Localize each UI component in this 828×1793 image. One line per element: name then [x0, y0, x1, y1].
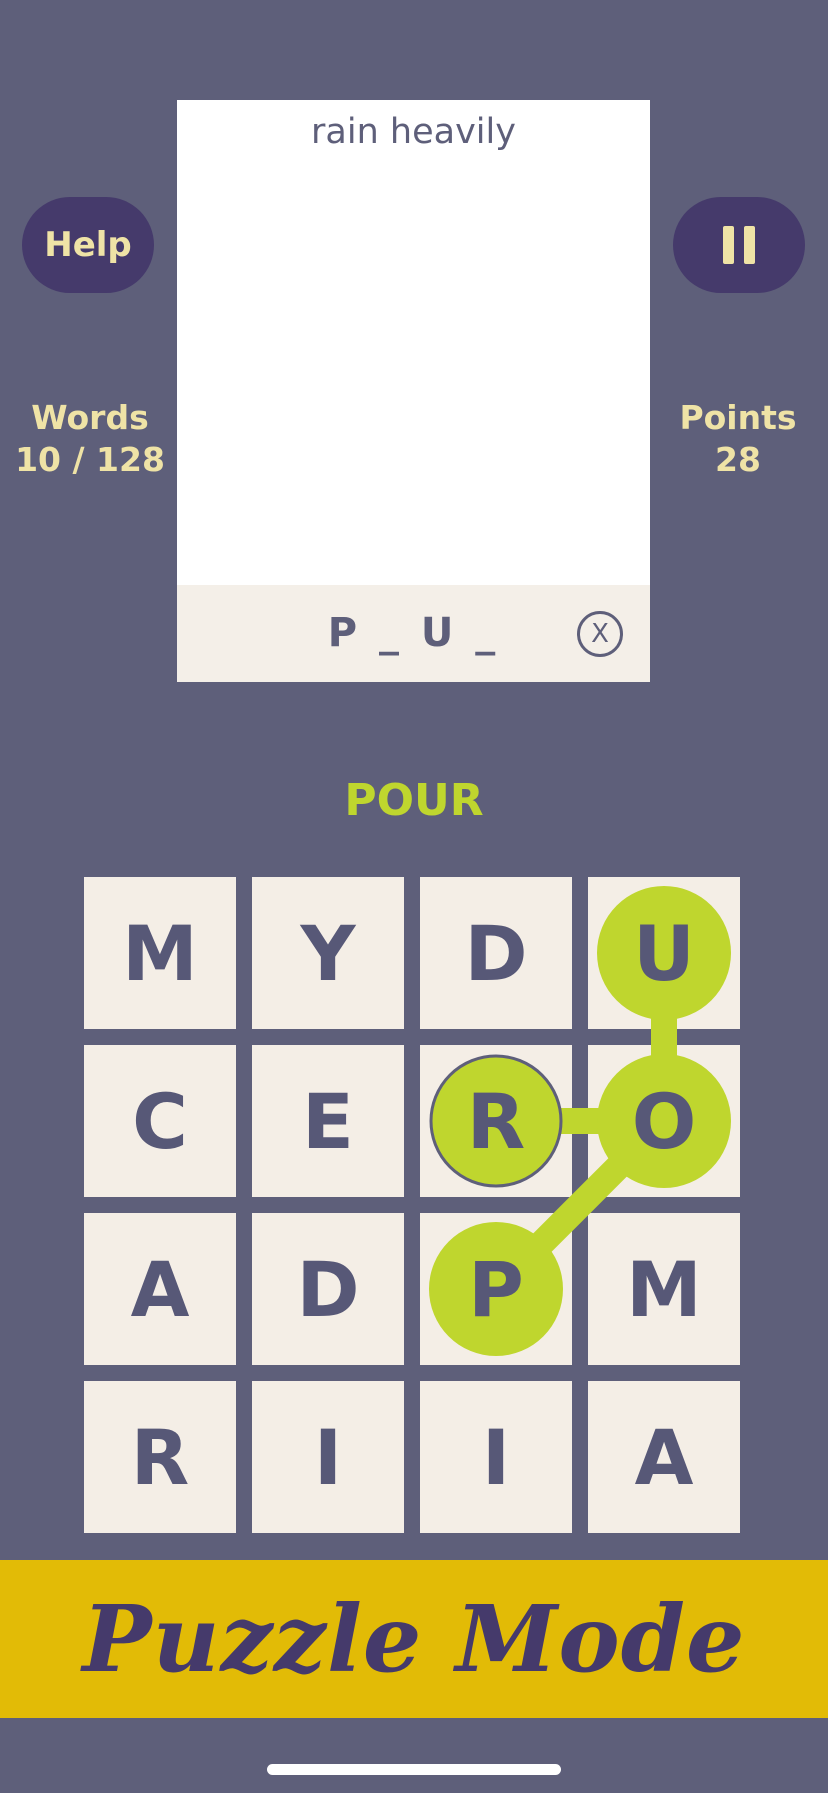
letter-grid[interactable]: MYDUCEROADPMRIIAUROP — [84, 877, 743, 1536]
letter-tile[interactable]: M — [588, 1213, 740, 1365]
close-circle-icon[interactable]: X — [577, 611, 623, 657]
letter-tile[interactable]: D — [252, 1213, 404, 1365]
letter-tile[interactable]: E — [252, 1045, 404, 1197]
points-counter: Points 28 — [648, 397, 828, 481]
points-label: Points — [679, 398, 797, 437]
pause-icon-bar — [744, 226, 755, 264]
letter-tile[interactable]: A — [84, 1213, 236, 1365]
words-label: Words — [31, 398, 149, 437]
letter-tile[interactable]: Y — [252, 877, 404, 1029]
letter-tile[interactable]: O — [588, 1045, 740, 1197]
current-word: POUR — [344, 775, 484, 826]
points-value: 28 — [715, 440, 761, 479]
letter-tile[interactable]: I — [252, 1381, 404, 1533]
pause-icon — [723, 226, 734, 264]
letter-tile[interactable]: R — [420, 1045, 572, 1197]
letter-tile[interactable]: D — [420, 877, 572, 1029]
letter-tile[interactable]: A — [588, 1381, 740, 1533]
pause-button[interactable] — [673, 197, 805, 293]
mode-title: Puzzle Mode — [82, 1585, 746, 1693]
letter-tile[interactable]: I — [420, 1381, 572, 1533]
letter-tile[interactable]: C — [84, 1045, 236, 1197]
home-indicator[interactable] — [267, 1764, 561, 1775]
clue-footer: P _ U _ X — [177, 585, 650, 682]
help-button[interactable]: Help — [22, 197, 154, 293]
clue-card: rain heavily P _ U _ X — [177, 100, 650, 682]
words-counter: Words 10 / 128 — [0, 397, 180, 481]
letter-tile[interactable]: U — [588, 877, 740, 1029]
clue-text: rain heavily — [311, 112, 516, 152]
words-value: 10 / 128 — [15, 440, 165, 479]
letter-tile[interactable]: M — [84, 877, 236, 1029]
letter-tile[interactable]: R — [84, 1381, 236, 1533]
mode-banner: Puzzle Mode — [0, 1560, 828, 1718]
letter-tile[interactable]: P — [420, 1213, 572, 1365]
